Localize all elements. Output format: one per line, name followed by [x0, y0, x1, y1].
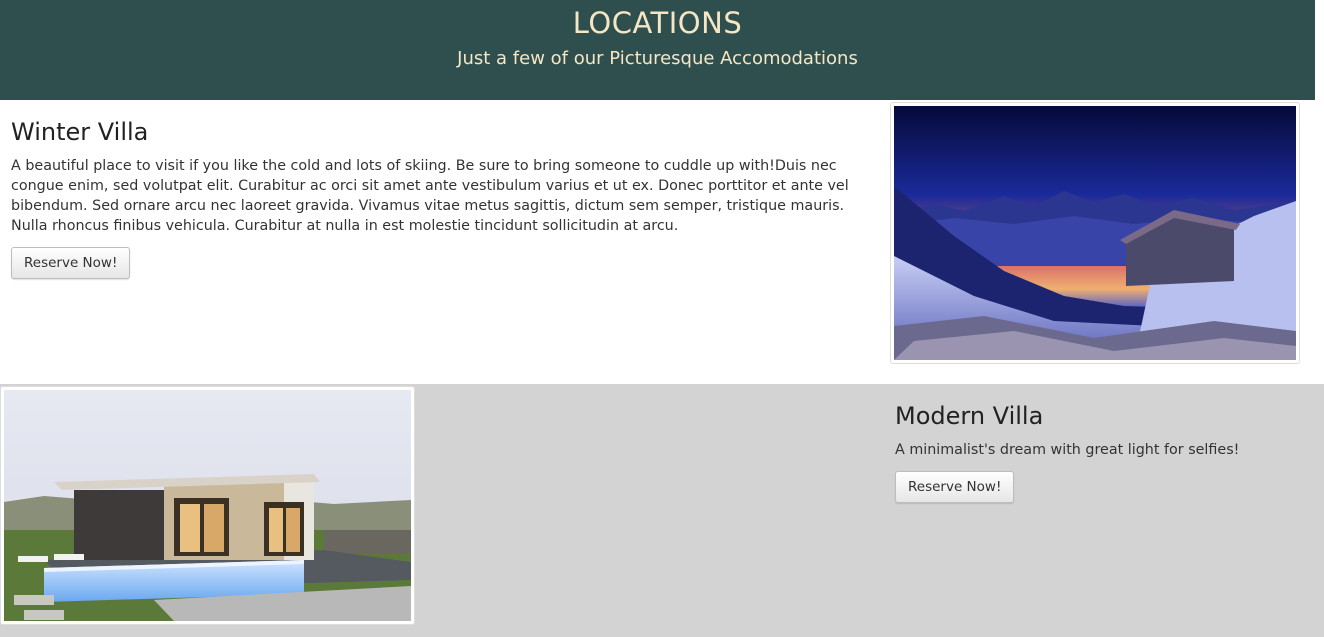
page-header: LOCATIONS Just a few of our Picturesque …: [0, 0, 1315, 100]
modern-villa-title: Modern Villa: [895, 402, 1044, 430]
page-subtitle: Just a few of our Picturesque Accomodati…: [457, 48, 858, 69]
winter-villa-description: A beautiful place to visit if you like t…: [11, 158, 849, 234]
modern-villa-photo: [0, 386, 415, 625]
modern-villa-section: Modern Villa A minimalist's dream with g…: [0, 384, 1324, 637]
winter-villa-section: Winter Villa A beautiful place to visit …: [0, 100, 1324, 384]
winter-villa-reserve-button[interactable]: Reserve Now!: [11, 247, 131, 279]
snowy-mountain-cabin-photo-icon: [894, 106, 1296, 360]
winter-villa-photo: [890, 102, 1300, 364]
winter-villa-title: Winter Villa: [11, 118, 149, 146]
modern-villa-reserve-button[interactable]: Reserve Now!: [895, 471, 1015, 503]
modern-house-pool-photo-icon: [4, 390, 411, 621]
modern-villa-description: A minimalist's dream with great light fo…: [895, 442, 1240, 458]
page-title: LOCATIONS: [572, 6, 743, 40]
